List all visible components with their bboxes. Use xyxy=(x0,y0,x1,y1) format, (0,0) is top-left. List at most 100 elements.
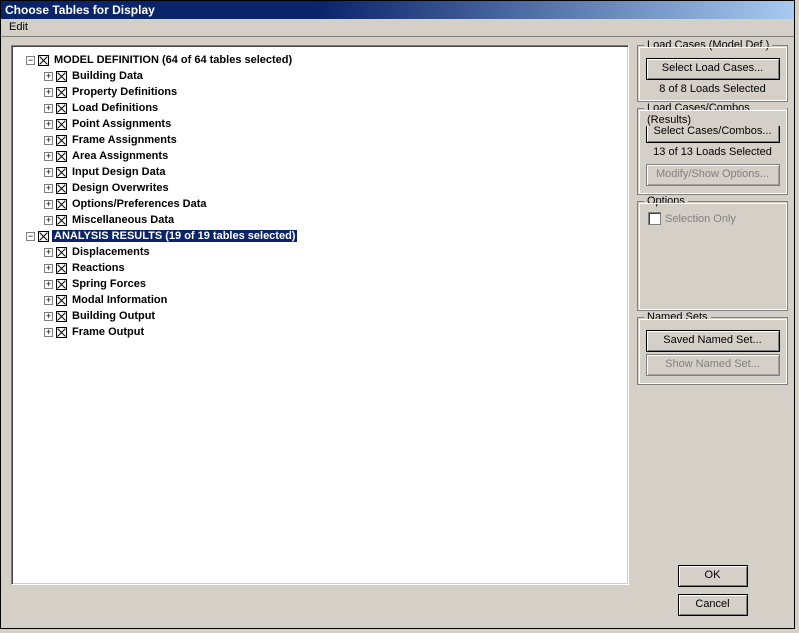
tree-item[interactable]: + Reactions xyxy=(16,260,624,276)
tree-item-label: Design Overwrites xyxy=(70,182,171,194)
checkbox-icon[interactable] xyxy=(56,183,67,194)
expand-icon[interactable]: + xyxy=(44,200,53,209)
ok-button[interactable]: OK xyxy=(678,565,748,587)
tree-item-label: Load Definitions xyxy=(70,102,160,114)
checkbox-icon[interactable] xyxy=(56,279,67,290)
checkbox-icon[interactable] xyxy=(56,135,67,146)
tree-item[interactable]: + Options/Preferences Data xyxy=(16,196,624,212)
tree-item-label: Building Data xyxy=(70,70,145,82)
expand-icon[interactable]: + xyxy=(44,104,53,113)
window-title: Choose Tables for Display xyxy=(5,3,155,17)
collapse-icon[interactable]: − xyxy=(26,56,35,65)
expand-icon[interactable]: + xyxy=(44,120,53,129)
expand-icon[interactable]: + xyxy=(44,152,53,161)
modify-show-options-button: Modify/Show Options... xyxy=(646,164,780,186)
group-title: Load Cases (Model Def.) xyxy=(644,39,772,51)
checkbox-icon[interactable] xyxy=(38,55,49,66)
side-panel: Load Cases (Model Def.) Select Load Case… xyxy=(637,45,788,622)
selection-only-label: Selection Only xyxy=(665,213,736,225)
expand-icon[interactable]: + xyxy=(44,184,53,193)
tree-panel[interactable]: − MODEL DEFINITION (64 of 64 tables sele… xyxy=(11,45,629,585)
tree-item[interactable]: + Design Overwrites xyxy=(16,180,624,196)
tree-item[interactable]: + Modal Information xyxy=(16,292,624,308)
cancel-button[interactable]: Cancel xyxy=(678,594,748,616)
tree-item-label: Modal Information xyxy=(70,294,169,306)
checkbox-icon[interactable] xyxy=(56,327,67,338)
tree-item[interactable]: + Miscellaneous Data xyxy=(16,212,624,228)
show-named-set-button: Show Named Set... xyxy=(646,354,780,376)
group-options: Options Selection Only xyxy=(637,201,788,311)
checkbox-icon[interactable] xyxy=(56,199,67,210)
titlebar: Choose Tables for Display xyxy=(1,1,794,19)
expand-icon[interactable]: + xyxy=(44,248,53,257)
tree-root-analysis-results-label: ANALYSIS RESULTS (19 of 19 tables select… xyxy=(52,230,297,242)
checkbox-icon[interactable] xyxy=(38,231,49,242)
select-load-cases-button[interactable]: Select Load Cases... xyxy=(646,58,780,80)
checkbox-icon[interactable] xyxy=(56,167,67,178)
dialog-buttons: OK Cancel xyxy=(637,563,788,622)
group-title: Load Cases/Combos (Results) xyxy=(644,102,787,126)
expand-icon[interactable]: + xyxy=(44,88,53,97)
expand-icon[interactable]: + xyxy=(44,72,53,81)
tree-item-label: Miscellaneous Data xyxy=(70,214,176,226)
group-load-cases-results: Load Cases/Combos (Results) Select Cases… xyxy=(637,108,788,195)
checkbox-icon[interactable] xyxy=(56,247,67,258)
tree-item[interactable]: + Input Design Data xyxy=(16,164,624,180)
tree-item-label: Area Assignments xyxy=(70,150,170,162)
cases-combos-status: 13 of 13 Loads Selected xyxy=(644,146,781,158)
client-area: − MODEL DEFINITION (64 of 64 tables sele… xyxy=(1,37,794,628)
dialog-window: Choose Tables for Display Edit − MODEL D… xyxy=(0,0,795,629)
collapse-icon[interactable]: − xyxy=(26,232,35,241)
checkbox-icon[interactable] xyxy=(56,71,67,82)
checkbox-icon[interactable] xyxy=(56,151,67,162)
checkbox-icon[interactable] xyxy=(56,295,67,306)
tree-item[interactable]: + Area Assignments xyxy=(16,148,624,164)
tree-item[interactable]: + Building Data xyxy=(16,68,624,84)
tree-root-analysis-results[interactable]: − ANALYSIS RESULTS (19 of 19 tables sele… xyxy=(16,228,624,244)
tree-item-label: Spring Forces xyxy=(70,278,148,290)
checkbox-icon[interactable] xyxy=(56,103,67,114)
expand-icon[interactable]: + xyxy=(44,216,53,225)
tree-item-label: Options/Preferences Data xyxy=(70,198,209,210)
checkbox-icon[interactable] xyxy=(56,311,67,322)
expand-icon[interactable]: + xyxy=(44,312,53,321)
saved-named-set-button[interactable]: Saved Named Set... xyxy=(646,330,780,352)
checkbox-icon[interactable] xyxy=(56,215,67,226)
expand-icon[interactable]: + xyxy=(44,264,53,273)
checkbox-icon[interactable] xyxy=(56,87,67,98)
group-title: Named Sets xyxy=(644,311,711,323)
expand-icon[interactable]: + xyxy=(44,168,53,177)
expand-icon[interactable]: + xyxy=(44,296,53,305)
group-named-sets: Named Sets Saved Named Set... Show Named… xyxy=(637,317,788,385)
tree-root-model-definition-label: MODEL DEFINITION (64 of 64 tables select… xyxy=(52,54,294,66)
tree-item-label: Displacements xyxy=(70,246,152,258)
tree-item[interactable]: + Property Definitions xyxy=(16,84,624,100)
tree-item[interactable]: + Spring Forces xyxy=(16,276,624,292)
menubar: Edit xyxy=(1,19,794,37)
menu-edit[interactable]: Edit xyxy=(7,21,30,33)
tree-item-label: Point Assignments xyxy=(70,118,173,130)
tree-item-label: Frame Assignments xyxy=(70,134,179,146)
selection-only-checkbox xyxy=(648,212,661,225)
checkbox-icon[interactable] xyxy=(56,119,67,130)
selection-only-row: Selection Only xyxy=(644,212,781,225)
expand-icon[interactable]: + xyxy=(44,328,53,337)
checkbox-icon[interactable] xyxy=(56,263,67,274)
tree-item[interactable]: + Frame Assignments xyxy=(16,132,624,148)
tree-item[interactable]: + Load Definitions xyxy=(16,100,624,116)
tree-item-label: Building Output xyxy=(70,310,157,322)
load-cases-status: 8 of 8 Loads Selected xyxy=(644,83,781,95)
tree-item[interactable]: + Frame Output xyxy=(16,324,624,340)
tree-item[interactable]: + Building Output xyxy=(16,308,624,324)
expand-icon[interactable]: + xyxy=(44,136,53,145)
tree-item-label: Input Design Data xyxy=(70,166,168,178)
tree-root-model-definition[interactable]: − MODEL DEFINITION (64 of 64 tables sele… xyxy=(16,52,624,68)
tree-item[interactable]: + Displacements xyxy=(16,244,624,260)
tree-item-label: Property Definitions xyxy=(70,86,179,98)
group-load-cases-model: Load Cases (Model Def.) Select Load Case… xyxy=(637,45,788,102)
tree-item-label: Frame Output xyxy=(70,326,146,338)
group-title: Options xyxy=(644,195,688,207)
expand-icon[interactable]: + xyxy=(44,280,53,289)
tree-item[interactable]: + Point Assignments xyxy=(16,116,624,132)
tree-item-label: Reactions xyxy=(70,262,127,274)
